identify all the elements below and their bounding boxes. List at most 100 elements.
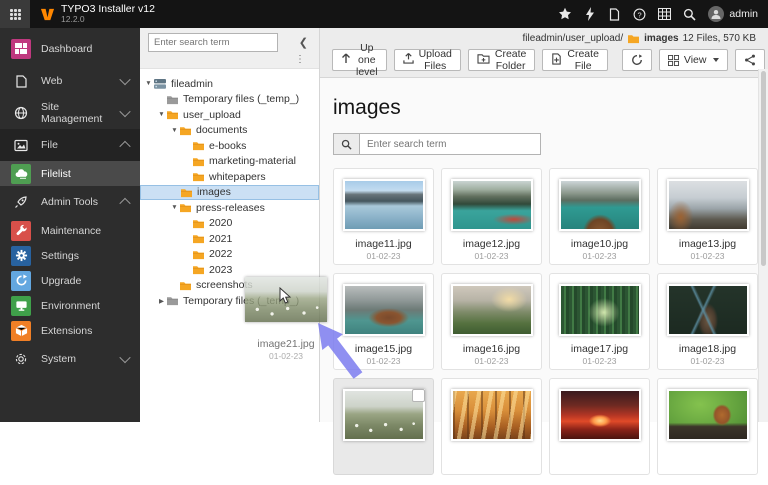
file-name: image11.jpg [343, 238, 424, 250]
folder-icon [179, 202, 192, 213]
tree-chevron-icon[interactable]: ▼ [144, 80, 153, 87]
file-thumbnail [343, 179, 425, 231]
file-card[interactable] [441, 378, 542, 475]
sidebar-item-extensions[interactable]: Extensions [0, 318, 140, 343]
file-card-image15.jpg[interactable]: image15.jpg 01-02-23 [333, 273, 434, 370]
tree-node-temporary-files-temp-[interactable]: Temporary files (_temp_) [140, 92, 319, 108]
tree-node-whitepapers[interactable]: whitepapers [140, 169, 319, 185]
file-card-image17.jpg[interactable]: image17.jpg 01-02-23 [549, 273, 650, 370]
tree-node-label: press-releases [196, 202, 265, 214]
tree-node-press-releases[interactable]: ▼ press-releases [140, 200, 319, 216]
sidebar-item-maintenance[interactable]: Maintenance [0, 218, 140, 243]
tree-search-input[interactable] [148, 33, 278, 52]
folder-tree: ▼ fileadmin Temporary files (_temp_) ▼ u… [140, 69, 319, 422]
create-folder-button[interactable]: Create Folder [468, 49, 536, 71]
search-icon[interactable] [677, 0, 702, 28]
chevron-down-icon [119, 352, 130, 363]
sidebar-item-site-management[interactable]: Site Management [0, 97, 140, 129]
rocket-icon [11, 192, 31, 212]
scrollbar-track[interactable] [758, 69, 768, 422]
file-card-image12.jpg[interactable]: image12.jpg 01-02-23 [441, 168, 542, 265]
sidebar-item-environment[interactable]: Environment [0, 293, 140, 318]
sidebar-item-web[interactable]: Web [0, 65, 140, 97]
sidebar-item-label: Site Management [41, 101, 111, 125]
tree-node-2023[interactable]: 2023 [140, 262, 319, 278]
sidebar-item-dashboard[interactable]: Dashboard [0, 33, 140, 65]
tree-chevron-icon[interactable]: ▼ [170, 204, 179, 211]
tree-node-fileadmin[interactable]: ▼ fileadmin [140, 76, 319, 92]
file-card-image16.jpg[interactable]: image16.jpg 01-02-23 [441, 273, 542, 370]
tree-node-documents[interactable]: ▼ documents [140, 123, 319, 139]
tree-node-label: Temporary files (_temp_) [183, 295, 299, 307]
share-button[interactable] [735, 49, 765, 71]
sidebar-item-file[interactable]: File [0, 129, 140, 161]
tree-menu-kebab-icon[interactable]: ⋮ [148, 52, 313, 67]
chevron-down-icon [119, 106, 130, 117]
up-one-level-button[interactable]: Up one level [332, 49, 387, 71]
file-checkbox[interactable] [412, 389, 425, 402]
file-card-image18.jpg[interactable]: image18.jpg 01-02-23 [657, 273, 758, 370]
sidebar-item-settings[interactable]: Settings [0, 243, 140, 268]
sidebar-item-filelist[interactable]: Filelist [0, 161, 140, 186]
breadcrumb-current-folder[interactable]: images [644, 33, 678, 44]
document-icon[interactable] [602, 0, 627, 28]
file-name: image17.jpg [559, 343, 640, 355]
folder-icon [180, 187, 193, 198]
breadcrumb: fileadmin/user_upload/ images 12 Files, … [332, 31, 756, 46]
user-menu[interactable]: admin [702, 6, 768, 22]
file-thumbnail [343, 284, 425, 336]
username-label: admin [729, 8, 758, 20]
tree-node-label: fileadmin [171, 78, 213, 90]
sidebar-item-upgrade[interactable]: Upgrade [0, 268, 140, 293]
typo3-backend: { "topbar": { "title": "TYPO3 Installer … [0, 0, 768, 422]
tree-node-images[interactable]: images [140, 185, 319, 201]
bolt-icon[interactable] [577, 0, 602, 28]
svg-text:?: ? [638, 10, 642, 19]
refresh-button[interactable] [622, 49, 652, 71]
file-name: image15.jpg [343, 343, 424, 355]
tree-chevron-icon[interactable]: ▶ [157, 297, 166, 305]
tree-node-user-upload[interactable]: ▼ user_upload [140, 107, 319, 123]
filelist-cloud-icon [11, 164, 31, 184]
folder-icon [166, 109, 179, 120]
file-thumbnail [667, 179, 749, 231]
tree-chevron-icon[interactable]: ▼ [157, 111, 166, 118]
file-card[interactable] [333, 378, 434, 475]
scrollbar-thumb[interactable] [761, 71, 766, 266]
file-name: image16.jpg [451, 343, 532, 355]
star-icon[interactable] [552, 0, 577, 28]
tree-node-marketing-material[interactable]: marketing-material [140, 154, 319, 170]
tree-node-2022[interactable]: 2022 [140, 247, 319, 263]
file-card[interactable] [657, 378, 758, 475]
tree-node-2021[interactable]: 2021 [140, 231, 319, 247]
folder-icon [192, 218, 205, 229]
module-menu-toggle-button[interactable] [0, 0, 30, 28]
sidebar-item-system[interactable]: System [0, 343, 140, 375]
brand[interactable]: TYPO3 Installer v12 12.2.0 [30, 4, 165, 24]
breadcrumb-path[interactable]: fileadmin/user_upload/ [523, 33, 624, 44]
tree-node-e-books[interactable]: e-books [140, 138, 319, 154]
grid-view-icon [668, 55, 679, 66]
file-card-image11.jpg[interactable]: image11.jpg 01-02-23 [333, 168, 434, 265]
photo-boat-bow-lake [561, 181, 639, 229]
sidebar-item-admin-tools[interactable]: Admin Tools [0, 186, 140, 218]
filelist-module: fileadmin/user_upload/ images 12 Files, … [320, 28, 768, 422]
table-icon[interactable] [652, 0, 677, 28]
tree-node-temporary-files-temp-[interactable]: ▶ Temporary files (_temp_) [140, 293, 319, 309]
file-card[interactable] [549, 378, 650, 475]
tree-node-2020[interactable]: 2020 [140, 216, 319, 232]
file-card-image10.jpg[interactable]: image10.jpg 01-02-23 [549, 168, 650, 265]
view-mode-button[interactable]: View [659, 49, 729, 71]
image-file-icon [11, 135, 31, 155]
file-card-image13.jpg[interactable]: image13.jpg 01-02-23 [657, 168, 758, 265]
upload-files-button[interactable]: Upload Files [394, 49, 461, 71]
tree-node-screenshots[interactable]: screenshots [140, 278, 319, 294]
create-file-button[interactable]: Create File [542, 49, 608, 71]
button-label: Upload Files [419, 48, 452, 72]
help-icon[interactable]: ? [627, 0, 652, 28]
photo-mountain-lake-reflection [345, 181, 423, 229]
file-search-input[interactable] [360, 134, 540, 154]
collapse-panel-icon[interactable]: ❮ [294, 36, 313, 49]
tree-chevron-icon[interactable]: ▼ [170, 127, 179, 134]
search-icon[interactable] [334, 134, 360, 154]
